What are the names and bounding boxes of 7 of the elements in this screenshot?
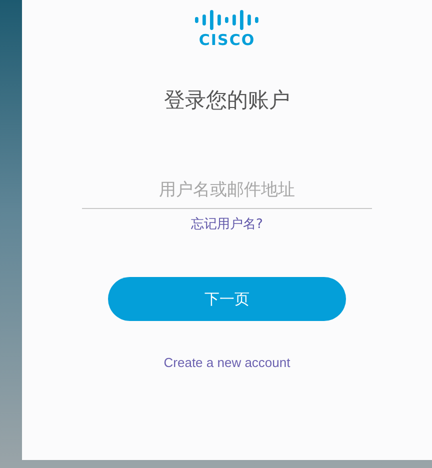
forgot-username-link[interactable]: 忘记用户名? <box>191 215 263 233</box>
next-button[interactable]: 下一页 <box>108 277 346 321</box>
create-account-link[interactable]: Create a new account <box>164 355 290 370</box>
page-title: 登录您的账户 <box>164 87 290 114</box>
username-field[interactable]: 用户名或邮件地址 <box>82 176 372 209</box>
logo-text: CISCO <box>198 33 256 48</box>
logo-bars-icon <box>195 10 259 30</box>
